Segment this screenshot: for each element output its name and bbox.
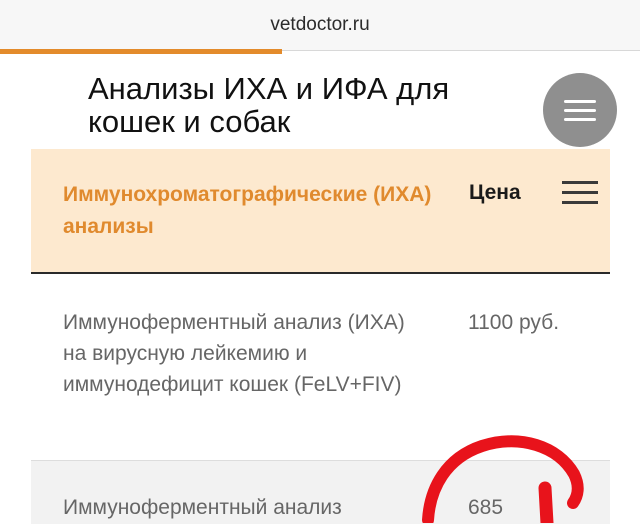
table-row: Иммуноферментный анализ (ИХА) на вирусну… [31, 274, 610, 460]
column-price: Цена [469, 181, 521, 204]
browser-address-bar[interactable]: vetdoctor.ru [0, 0, 640, 50]
menu-button[interactable] [543, 73, 617, 147]
page-title: Анализы ИХА и ИФА для кошек и собак [88, 71, 450, 139]
service-price: 685 [468, 496, 504, 519]
column-title: Иммунохроматографические (ИХА) анализы [63, 183, 432, 238]
service-price: 1100 руб. [468, 311, 560, 334]
table-header: Иммунохроматографические (ИХА) анализы Ц… [31, 149, 610, 274]
url-text[interactable]: vetdoctor.ru [0, 14, 640, 36]
page-load-progress [0, 49, 282, 54]
service-name: Иммуноферментный анализ (ИХА) на вирусну… [63, 311, 405, 396]
service-name: Иммуноферментный анализ [63, 496, 342, 519]
table-menu-button[interactable] [562, 181, 598, 207]
table-row: Иммуноферментный анализ 685 [31, 460, 610, 524]
